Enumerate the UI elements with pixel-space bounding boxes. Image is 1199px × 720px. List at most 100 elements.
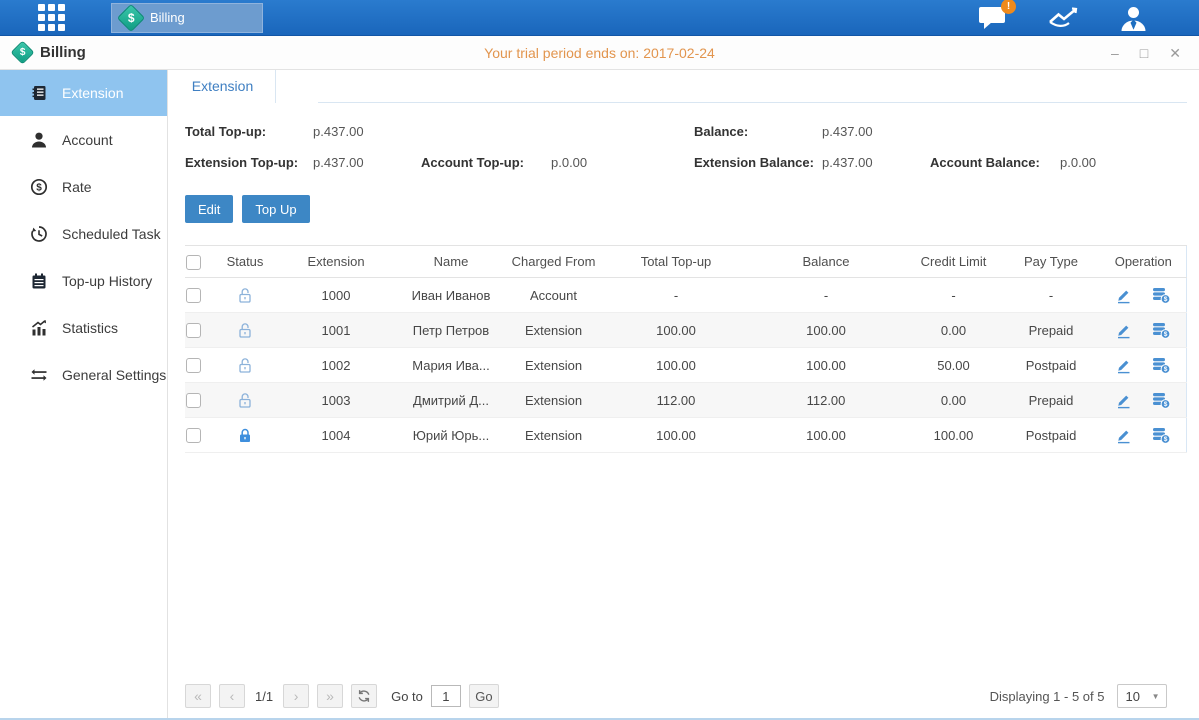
edit-extension-icon[interactable] bbox=[1115, 392, 1132, 409]
edit-extension-icon[interactable] bbox=[1115, 357, 1132, 374]
edit-button[interactable]: Edit bbox=[185, 195, 233, 223]
table-header-row: Status Extension Name Charged From Total… bbox=[185, 246, 1186, 278]
page-size-value: 10 bbox=[1126, 689, 1140, 704]
col-status: Status bbox=[219, 246, 271, 278]
displaying-text: Displaying 1 - 5 of 5 bbox=[990, 689, 1105, 704]
tab-extension[interactable]: Extension bbox=[170, 70, 276, 103]
sidebar-item-extension[interactable]: Extension bbox=[0, 70, 167, 116]
edit-extension-icon[interactable] bbox=[1115, 322, 1132, 339]
cell-balance: - bbox=[746, 278, 906, 313]
cell-pay-type: Prepaid bbox=[1001, 313, 1101, 348]
select-all-checkbox[interactable] bbox=[186, 255, 201, 270]
main-panel: Extension Total Top-up: p.437.00 Extensi… bbox=[168, 70, 1199, 718]
notepad-icon bbox=[30, 272, 48, 290]
row-checkbox[interactable] bbox=[186, 288, 201, 303]
minimize-icon[interactable]: – bbox=[1111, 46, 1119, 60]
prev-page-button[interactable]: ‹ bbox=[219, 684, 245, 708]
cell-name: Юрий Юрь... bbox=[401, 418, 501, 453]
cell-charged-from: Extension bbox=[501, 418, 606, 453]
balance-label: Balance: bbox=[694, 124, 822, 139]
goto-page-input[interactable] bbox=[431, 685, 461, 707]
cell-total-topup: - bbox=[606, 278, 746, 313]
row-checkbox[interactable] bbox=[186, 358, 201, 373]
sidebar-item-rate[interactable]: $ Rate bbox=[0, 163, 167, 210]
topup-extension-icon[interactable]: $ bbox=[1152, 392, 1171, 409]
sidebar-item-statistics[interactable]: Statistics bbox=[0, 304, 167, 351]
cell-credit-limit: 0.00 bbox=[906, 313, 1001, 348]
user-account-button[interactable] bbox=[1120, 5, 1147, 31]
extension-balance-value: p.437.00 bbox=[822, 155, 930, 170]
cell-total-topup: 100.00 bbox=[606, 418, 746, 453]
refresh-icon bbox=[357, 689, 371, 703]
taskbar-tab-label: Billing bbox=[150, 10, 185, 25]
page-size-select[interactable]: 10 ▼ bbox=[1117, 684, 1167, 708]
account-topup-value: p.0.00 bbox=[551, 155, 659, 170]
cell-total-topup: 100.00 bbox=[606, 348, 746, 383]
sidebar-item-topup-history[interactable]: Top-up History bbox=[0, 257, 167, 304]
sidebar-item-account[interactable]: Account bbox=[0, 116, 167, 163]
top-up-button[interactable]: Top Up bbox=[242, 195, 309, 223]
statistics-icon bbox=[30, 319, 48, 337]
refresh-button[interactable] bbox=[351, 684, 377, 708]
balance-summary: Total Top-up: p.437.00 Extension Top-up:… bbox=[185, 116, 1187, 178]
chart-icon bbox=[1048, 5, 1080, 30]
extension-topup-label: Extension Top-up: bbox=[185, 155, 313, 170]
cell-balance: 100.00 bbox=[746, 418, 906, 453]
tab-bar: Extension bbox=[170, 70, 1187, 103]
sidebar-item-scheduled-task[interactable]: Scheduled Task bbox=[0, 210, 167, 257]
total-topup-value: p.437.00 bbox=[313, 124, 421, 139]
cell-pay-type: Prepaid bbox=[1001, 383, 1101, 418]
maximize-icon[interactable]: □ bbox=[1140, 46, 1148, 60]
lock-open-icon bbox=[237, 357, 253, 374]
col-credit-limit: Credit Limit bbox=[906, 246, 1001, 278]
first-page-button[interactable]: « bbox=[185, 684, 211, 708]
col-total-topup: Total Top-up bbox=[606, 246, 746, 278]
col-name: Name bbox=[401, 246, 501, 278]
app-grid-icon[interactable] bbox=[38, 4, 65, 31]
person-icon bbox=[30, 131, 48, 149]
notifications-button[interactable]: ! bbox=[978, 5, 1008, 30]
topup-extension-icon[interactable]: $ bbox=[1152, 287, 1171, 304]
resource-monitor-button[interactable] bbox=[1048, 5, 1080, 30]
edit-extension-icon[interactable] bbox=[1115, 427, 1132, 444]
svg-text:$: $ bbox=[36, 182, 42, 193]
cell-credit-limit: 100.00 bbox=[906, 418, 1001, 453]
taskbar-tab-billing[interactable]: $ Billing bbox=[111, 3, 263, 33]
next-page-button[interactable]: › bbox=[283, 684, 309, 708]
cell-extension: 1001 bbox=[271, 313, 401, 348]
table-row: 1002 Мария Ива... Extension 100.00 100.0… bbox=[185, 348, 1186, 383]
edit-extension-icon[interactable] bbox=[1115, 287, 1132, 304]
table-row: 1003 Дмитрий Д... Extension 112.00 112.0… bbox=[185, 383, 1186, 418]
last-page-button[interactable]: » bbox=[317, 684, 343, 708]
sidebar-item-general-settings[interactable]: General Settings bbox=[0, 351, 167, 398]
go-button[interactable]: Go bbox=[469, 684, 499, 708]
cell-extension: 1004 bbox=[271, 418, 401, 453]
extension-table: Status Extension Name Charged From Total… bbox=[185, 245, 1187, 453]
topup-extension-icon[interactable]: $ bbox=[1152, 322, 1171, 339]
cell-name: Дмитрий Д... bbox=[401, 383, 501, 418]
sidebar-item-label: Account bbox=[62, 132, 113, 148]
sidebar-item-label: Scheduled Task bbox=[62, 226, 161, 242]
ledger-icon bbox=[30, 84, 48, 102]
tab-spacer bbox=[276, 70, 318, 103]
row-checkbox[interactable] bbox=[186, 393, 201, 408]
topup-extension-icon[interactable]: $ bbox=[1152, 357, 1171, 374]
topup-extension-icon[interactable]: $ bbox=[1152, 427, 1171, 444]
cell-total-topup: 100.00 bbox=[606, 313, 746, 348]
cell-credit-limit: - bbox=[906, 278, 1001, 313]
sidebar-item-label: General Settings bbox=[62, 367, 166, 383]
cell-extension: 1002 bbox=[271, 348, 401, 383]
account-balance-value: p.0.00 bbox=[1060, 155, 1168, 170]
account-balance-label: Account Balance: bbox=[930, 155, 1060, 170]
cell-pay-type: - bbox=[1001, 278, 1101, 313]
history-clock-icon bbox=[30, 225, 48, 243]
tab-fill bbox=[318, 70, 1187, 103]
row-checkbox[interactable] bbox=[186, 323, 201, 338]
page-indicator: 1/1 bbox=[255, 689, 273, 704]
cell-balance: 100.00 bbox=[746, 313, 906, 348]
lock-open-icon bbox=[237, 392, 253, 409]
close-icon[interactable]: ✕ bbox=[1169, 46, 1181, 60]
cell-credit-limit: 0.00 bbox=[906, 383, 1001, 418]
row-checkbox[interactable] bbox=[186, 428, 201, 443]
svg-text:$: $ bbox=[1164, 331, 1168, 338]
